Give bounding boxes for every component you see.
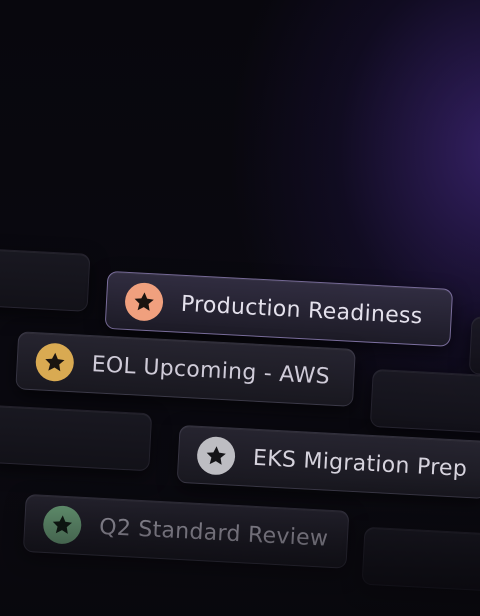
tag-label: Q2 Standard Review (98, 514, 329, 552)
tag-q2-standard-review[interactable]: Q2 Standard Review (22, 493, 350, 569)
blank-tag (369, 368, 480, 435)
blank-tag (468, 315, 480, 379)
tag-label: EOL Upcoming - AWS (91, 351, 331, 390)
blank-tag (361, 526, 480, 592)
star-icon (196, 435, 237, 476)
star-icon (42, 504, 83, 545)
tag-production-readiness[interactable]: Production Readiness (104, 270, 454, 347)
tag-eol-upcoming-aws[interactable]: EOL Upcoming - AWS (15, 331, 356, 407)
tag-board: Production Readiness EOL Upcoming - AWS … (0, 0, 480, 616)
tag-eks-migration-prep[interactable]: EKS Migration Prep (176, 424, 480, 499)
star-icon (34, 342, 75, 383)
tag-label: Production Readiness (180, 291, 424, 329)
blank-tag (0, 248, 91, 312)
blank-tag (0, 404, 153, 472)
tag-showcase: Production Readiness EOL Upcoming - AWS … (0, 0, 480, 616)
star-icon (124, 281, 165, 322)
tag-label: EKS Migration Prep (252, 445, 468, 482)
